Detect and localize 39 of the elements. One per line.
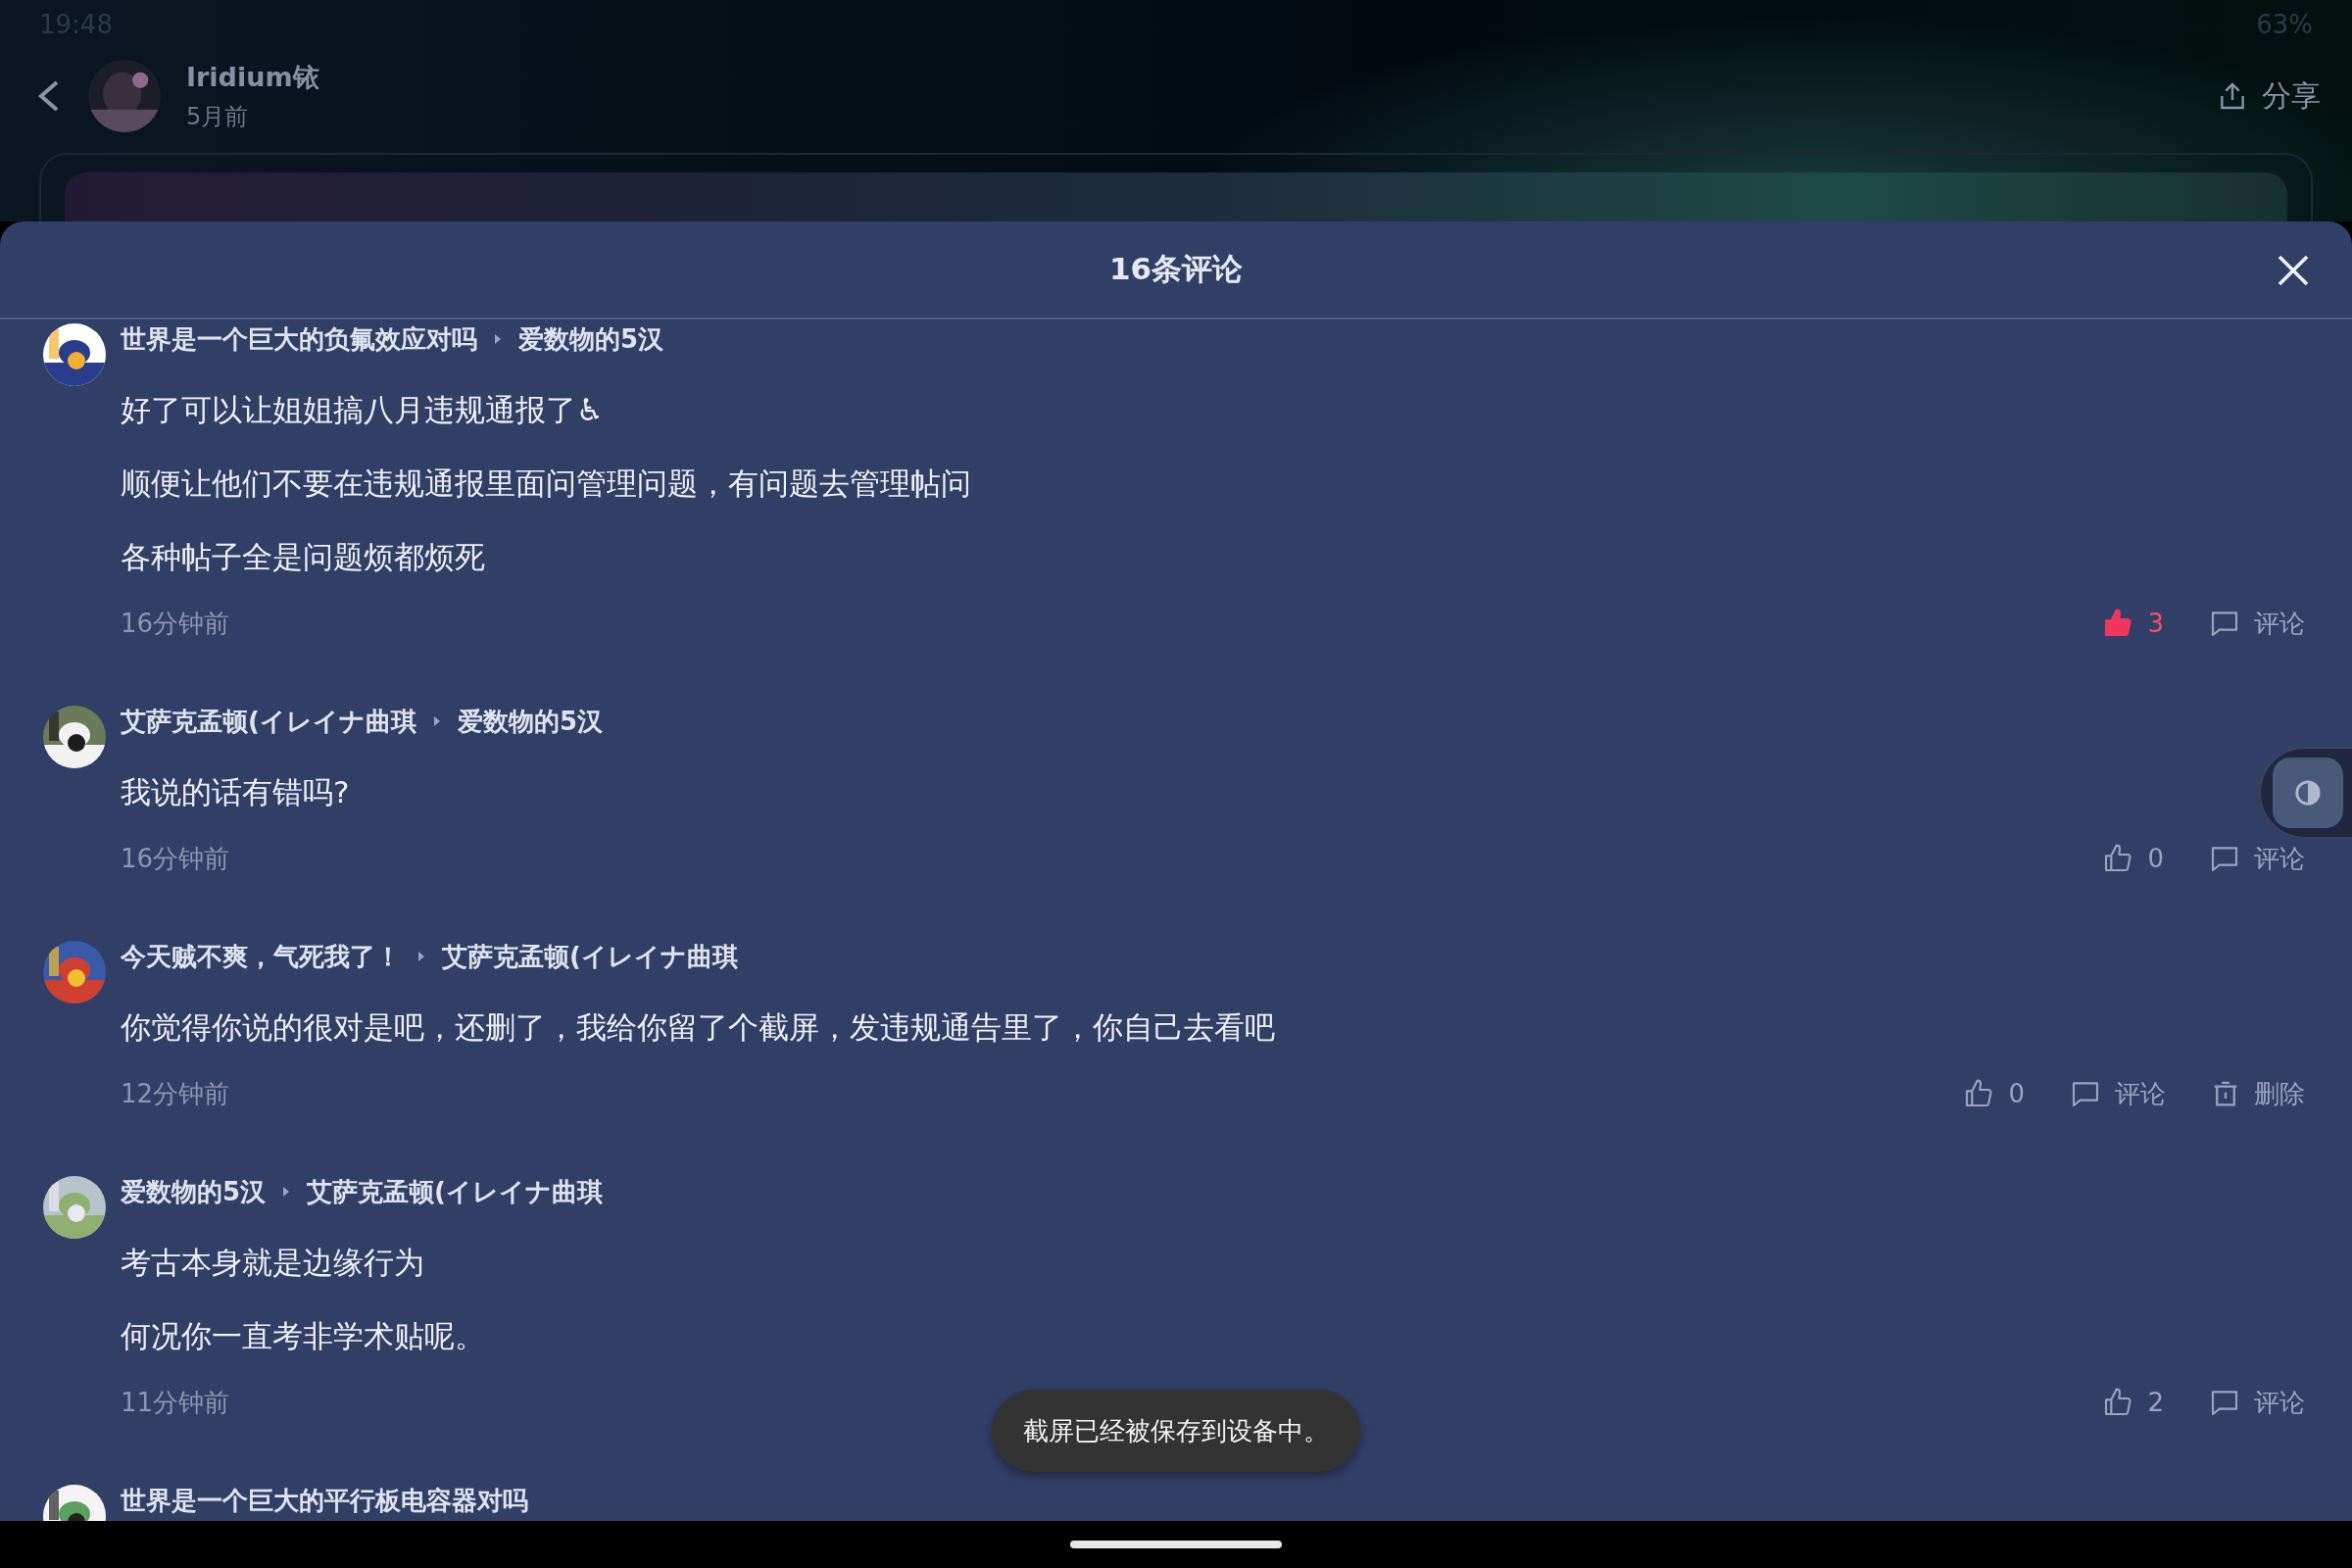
toast: 截屏已经被保存到设备中。 (992, 1390, 1360, 1472)
delete-button[interactable]: 删除 (2211, 1076, 2305, 1111)
comment-text: 好了可以让姐姐搞八月违规通报了♿ (121, 391, 605, 429)
comment-time: 16分钟前 (121, 607, 231, 640)
comment-text: 顺便让他们不要在违规通报里面问管理问题，有问题去管理帖问 (121, 465, 972, 503)
user-name[interactable]: 爱数物的5汉 (518, 321, 664, 357)
caret-icon (493, 332, 503, 346)
author-name[interactable]: Iridium铱 (186, 60, 2191, 95)
user-name[interactable]: 爱数物的5汉 (457, 704, 603, 739)
caret-icon (431, 714, 442, 728)
comment-text: 各种帖子全是问题烦都烦死 (121, 538, 486, 576)
caret-icon (416, 950, 426, 963)
user-name[interactable]: 今天贼不爽，气死我了！ (121, 939, 401, 974)
reply-button[interactable]: 评论 (2070, 1076, 2166, 1111)
user-name[interactable]: 艾萨克孟顿(イレイナ曲琪 (442, 939, 738, 974)
contrast-icon (2294, 779, 2322, 807)
comment-time: 12分钟前 (121, 1077, 231, 1110)
contrast-button[interactable] (2273, 758, 2343, 828)
comment-text: 你觉得你说的很对是吧，还删了，我给你留了个截屏，发违规通告里了，你自己去看吧 (121, 1008, 1276, 1047)
user-name[interactable]: 世界是一个巨大的平行板电容器对吗 (121, 1483, 528, 1518)
user-name[interactable]: 爱数物的5汉 (121, 1174, 267, 1209)
reply-button[interactable]: 评论 (2209, 606, 2305, 641)
comment-text: 何况你一直考非学术贴呢。 (121, 1317, 486, 1355)
like-button[interactable]: 0 (1963, 1078, 2025, 1109)
comment-time: 11分钟前 (121, 1386, 231, 1419)
user-name[interactable]: 世界是一个巨大的负氟效应对吗 (121, 321, 477, 357)
comment-text: 考古本身就是边缘行为 (121, 1244, 425, 1282)
user-name[interactable]: 艾萨克孟顿(イレイナ曲琪 (307, 1174, 603, 1209)
like-button[interactable]: 0 (2102, 843, 2164, 874)
comment-text: 我说的话有错吗? (121, 773, 351, 811)
comment-time: 16分钟前 (121, 842, 231, 875)
user-name[interactable]: 艾萨克孟顿(イレイナ曲琪 (121, 704, 416, 739)
sheet-title: 16条评论 (1108, 250, 1244, 288)
share-button[interactable]: 分享 (2217, 75, 2321, 117)
battery-level: 63% (2256, 10, 2313, 39)
reply-button[interactable]: 评论 (2209, 1385, 2305, 1420)
like-button[interactable]: 2 (2102, 1387, 2164, 1418)
post-time: 5月前 (186, 102, 250, 132)
reply-button[interactable]: 评论 (2209, 841, 2305, 876)
